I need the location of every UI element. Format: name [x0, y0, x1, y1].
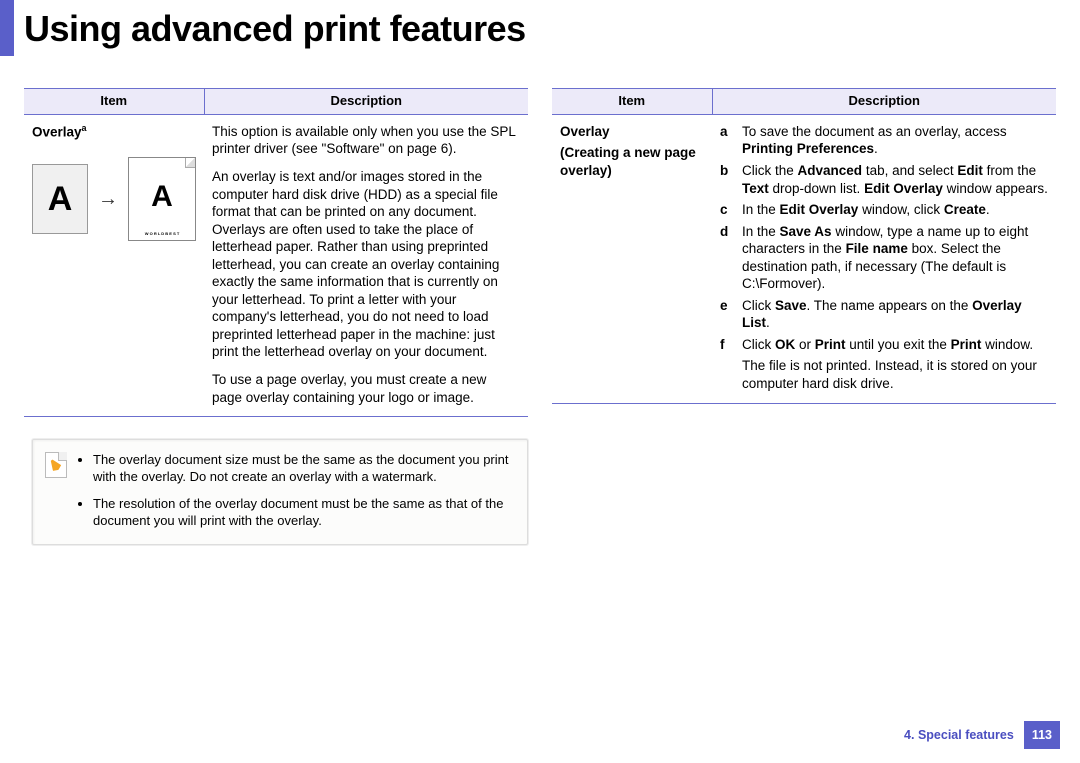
item-subtitle-line: overlay) [560, 162, 704, 180]
item-label: Overlay [32, 124, 82, 139]
step-content: Click the Advanced tab, and select Edit … [742, 162, 1048, 197]
left-column: Item Description Overlaya A → A [24, 88, 528, 545]
diagram-overlay-letter: A [151, 162, 173, 231]
page-number: 113 [1024, 721, 1060, 749]
page-footer: 4. Special features 113 [904, 721, 1060, 749]
step-content: Click OK or Print until you exit the Pri… [742, 336, 1048, 354]
description-p1: This option is available only when you u… [212, 123, 520, 158]
table-row: Overlaya A → A W O R L D B E S T [24, 114, 528, 416]
arrow-right-icon: → [98, 186, 118, 212]
chapter-label: 4. Special features [904, 721, 1024, 749]
right-column: Item Description Overlay (Creating a new… [552, 88, 1056, 545]
page-title: Using advanced print features [24, 6, 526, 53]
overlay-diagram: A → A W O R L D B E S T [32, 157, 196, 241]
step-content: Click Save. The name appears on the Over… [742, 297, 1048, 332]
col-header-item: Item [24, 89, 204, 115]
note-icon [45, 452, 67, 478]
col-header-description: Description [712, 89, 1056, 115]
step-a: a To save the document as an overlay, ac… [720, 123, 1048, 158]
step-content: In the Edit Overlay window, click Create… [742, 201, 1048, 219]
step-letter: e [720, 297, 732, 332]
step-letter: c [720, 201, 732, 219]
steps-list: a To save the document as an overlay, ac… [720, 123, 1048, 393]
diagram-page-overlay: A W O R L D B E S T [128, 157, 196, 241]
right-table: Item Description Overlay (Creating a new… [552, 88, 1056, 404]
description-cell: a To save the document as an overlay, ac… [712, 114, 1056, 403]
description-p3: To use a page overlay, you must create a… [212, 371, 520, 406]
table-row: Overlay (Creating a new page overlay) a … [552, 114, 1056, 403]
step-e: e Click Save. The name appears on the Ov… [720, 297, 1048, 332]
left-table: Item Description Overlaya A → A [24, 88, 528, 417]
col-header-description: Description [204, 89, 528, 115]
note-item: The resolution of the overlay document m… [93, 496, 513, 530]
description-p2: An overlay is text and/or images stored … [212, 168, 520, 361]
item-cell: Overlaya A → A W O R L D B E S T [24, 114, 204, 416]
diagram-page-plain: A [32, 164, 88, 234]
diagram-caption: W O R L D B E S T [145, 231, 180, 236]
content-columns: Item Description Overlaya A → A [24, 88, 1056, 545]
step-letter: f [720, 336, 732, 354]
footnote-marker: a [82, 123, 87, 133]
item-subtitle-line: (Creating a new page [560, 144, 704, 162]
steps-tail: The file is not printed. Instead, it is … [742, 357, 1048, 392]
step-d: d In the Save As window, type a name up … [720, 223, 1048, 293]
note-item: The overlay document size must be the sa… [93, 452, 513, 486]
item-cell: Overlay (Creating a new page overlay) [552, 114, 712, 403]
step-letter: a [720, 123, 732, 158]
page-fold-icon [185, 158, 195, 168]
accent-tab [0, 0, 14, 56]
step-f: f Click OK or Print until you exit the P… [720, 336, 1048, 354]
step-letter: d [720, 223, 732, 293]
step-c: c In the Edit Overlay window, click Crea… [720, 201, 1048, 219]
note-list: The overlay document size must be the sa… [77, 452, 513, 530]
col-header-item: Item [552, 89, 712, 115]
step-content: To save the document as an overlay, acce… [742, 123, 1048, 158]
step-b: b Click the Advanced tab, and select Edi… [720, 162, 1048, 197]
item-label: Overlay [560, 123, 704, 141]
note-box: The overlay document size must be the sa… [32, 439, 528, 545]
step-letter: b [720, 162, 732, 197]
step-content: In the Save As window, type a name up to… [742, 223, 1048, 293]
description-cell: This option is available only when you u… [204, 114, 528, 416]
